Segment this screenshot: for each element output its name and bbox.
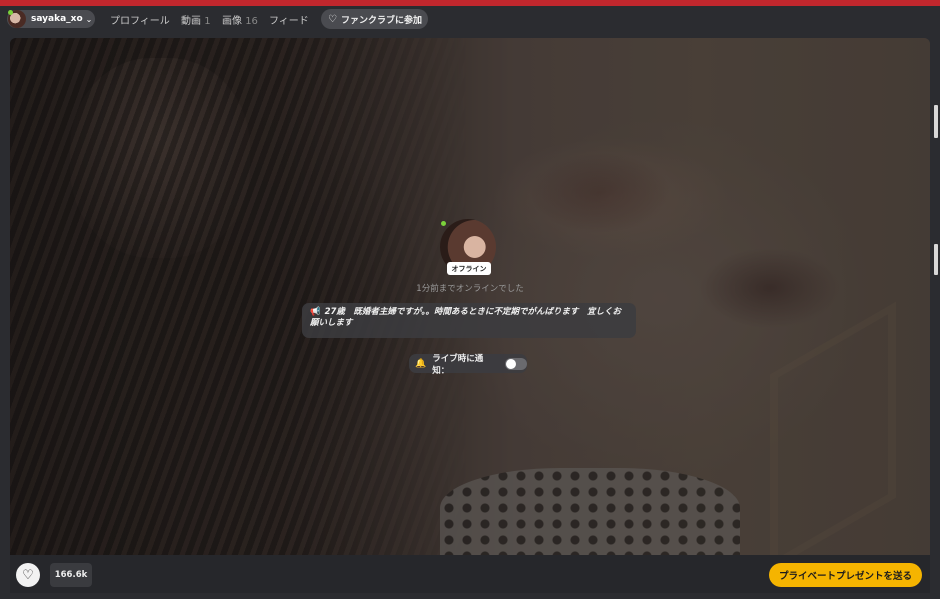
join-fanclub-button[interactable]: ♡ ファンクラブに参加 [321, 9, 428, 29]
notify-label: ライブ時に通知： [432, 353, 484, 376]
scrollbar-marker[interactable] [934, 244, 938, 275]
tab-profile[interactable]: プロフィール [110, 12, 170, 27]
send-gift-button[interactable]: プライベートプレゼントを送る [769, 563, 922, 587]
megaphone-icon: 📢 [310, 307, 321, 317]
photo-overlay [10, 38, 930, 555]
tab-videos[interactable]: 動画 1 [181, 12, 211, 27]
heart-outline-icon: ♡ [22, 567, 34, 583]
toggle-knob [506, 358, 517, 369]
heart-icon: ♡ [328, 13, 337, 25]
like-count: 166.6k [50, 563, 92, 587]
scrollbar-marker[interactable] [934, 105, 938, 138]
notify-toggle[interactable] [505, 357, 527, 370]
tab-count: 1 [204, 16, 211, 27]
profile-nav: sayaka_xo ⌄ プロフィール 動画 1 画像 16 フィード ♡ ファン… [0, 6, 940, 32]
chevron-down-icon: ⌄ [85, 14, 93, 24]
cover-photo: オフライン 1分前までオンラインでした 📢 27歳 既婚者主婦ですが。。時間あると… [10, 38, 930, 555]
tab-label: プロフィール [110, 16, 170, 27]
username: sayaka_xo [31, 14, 83, 24]
bio-box: 📢 27歳 既婚者主婦ですが。。時間あるときに不定期でがんばります 宜しくお願いし… [302, 303, 636, 338]
like-button[interactable]: ♡ [16, 563, 40, 587]
action-bar: ♡ 166.6k プライベートプレゼントを送る [10, 555, 930, 593]
status-badge: オフライン [447, 262, 491, 275]
user-menu-button[interactable]: sayaka_xo ⌄ [7, 10, 95, 28]
avatar [8, 10, 26, 28]
tab-images[interactable]: 画像 16 [222, 12, 258, 27]
tab-count: 16 [245, 16, 258, 27]
tab-label: 画像 [222, 16, 242, 27]
tab-label: フィード [269, 16, 309, 27]
live-notify-control: 🔔 ライブ時に通知： [409, 353, 527, 376]
tab-label: 動画 [181, 16, 201, 27]
online-indicator [8, 10, 13, 15]
last-seen-text: 1分前までオンラインでした [416, 284, 524, 294]
bell-icon: 🔔 [415, 358, 427, 369]
bio-text: 27歳 既婚者主婦ですが。。時間あるときに不定期でがんばります 宜しくお願いしま… [310, 307, 622, 328]
tab-feed[interactable]: フィード [269, 12, 309, 27]
fanclub-label: ファンクラブに参加 [340, 15, 422, 26]
online-indicator [441, 221, 446, 226]
